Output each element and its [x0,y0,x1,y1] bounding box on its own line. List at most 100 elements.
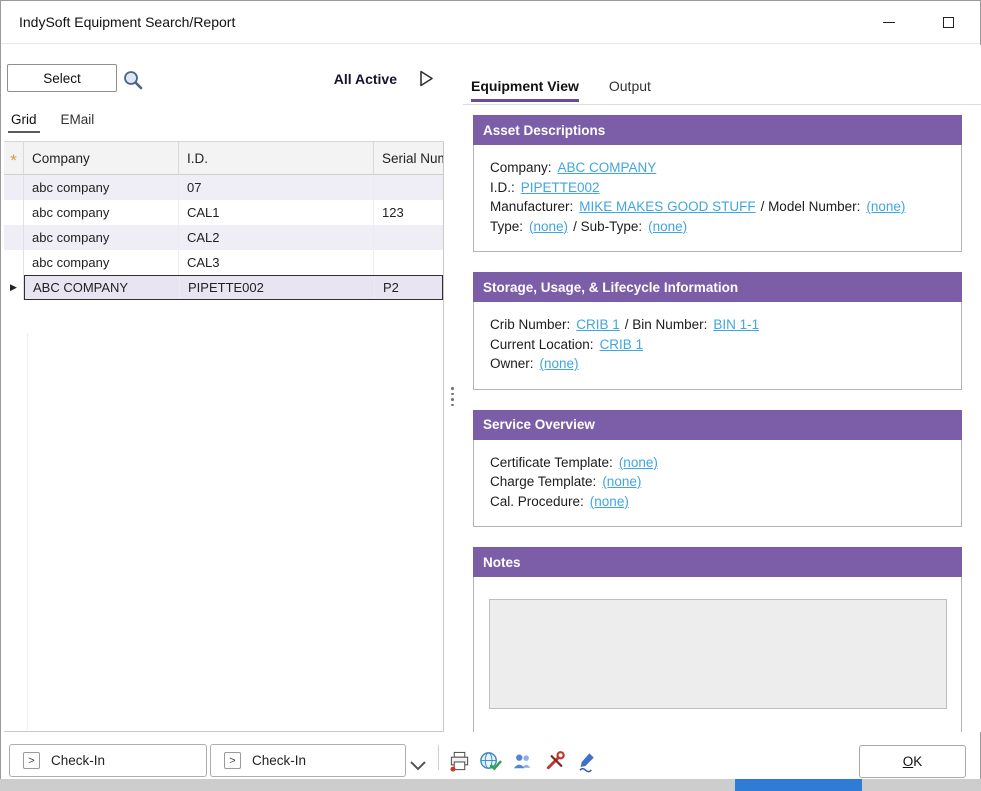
background-window-fragment [735,779,862,791]
manufacturer-line: Manufacturer:MIKE MAKES GOOD STUFF/ Mode… [490,197,951,217]
column-header-serial[interactable]: Serial Num [374,142,443,174]
right-tabs: Equipment View Output [471,78,651,102]
tools-icon[interactable] [543,749,568,774]
section-body [473,577,962,732]
table-row[interactable]: abc company 07 [4,175,443,200]
detail-panel: Equipment View Output Asset Descriptions… [463,45,981,732]
left-tabs: Grid EMail [11,112,94,133]
check-in-button-1[interactable]: > Check-In [9,744,207,777]
more-actions-chevron-down-icon[interactable] [409,758,427,776]
company-label: Company: [490,160,552,175]
certificate-template-label: Certificate Template: [490,455,613,470]
cell-serial [374,175,443,200]
storage-lifecycle-section: Storage, Usage, & Lifecycle Information … [473,272,962,390]
app-window: IndySoft Equipment Search/Report Select … [0,0,981,779]
subtype-label: / Sub-Type: [573,219,642,234]
table-row-selected[interactable]: ▶ ABC COMPANY PIPETTE002 P2 [4,275,443,300]
cell-serial [374,225,443,250]
section-body: Crib Number: CRIB 1 / Bin Number: BIN 1-1 C… [473,302,962,390]
cell-company: ABC COMPANY [25,276,180,299]
cell-id: CAL1 [179,200,374,225]
cell-id: PIPETTE002 [180,276,375,299]
asset-descriptions-section: Asset Descriptions Company:ABC COMPANY I… [473,115,962,252]
section-header: Storage, Usage, & Lifecycle Information [473,272,962,302]
company-link[interactable]: ABC COMPANY [558,160,657,175]
charge-template-link[interactable]: (none) [602,474,641,489]
certificate-template-link[interactable]: (none) [619,455,658,470]
table-row[interactable]: abc company CAL2 [4,225,443,250]
cal-procedure-line: Cal. Procedure: (none) [490,492,951,512]
owner-label: Owner: [490,356,534,371]
table-row[interactable]: abc company CAL1 123 [4,200,443,225]
crib-number-link[interactable]: CRIB 1 [576,317,620,332]
minimize-icon [883,22,895,23]
grid-header-row: * Company I.D. Serial Num [4,142,443,175]
bin-number-label: / Bin Number: [625,317,708,332]
cell-serial: P2 [375,276,442,299]
ok-button[interactable]: OK [859,745,966,778]
cell-serial [374,250,443,275]
row-gutter [4,225,24,250]
search-results-panel: Select All Active Grid EMail * Company [1,45,444,732]
section-body: Company: ABC COMPANY I.D.:PIPETTE002 Manu… [473,145,962,252]
cal-procedure-label: Cal. Procedure: [490,494,584,509]
globe-check-icon[interactable] [478,749,503,774]
section-header: Service Overview [473,410,962,440]
grid-header-gutter: * [4,142,24,174]
tab-equipment-view[interactable]: Equipment View [471,78,579,102]
current-location-link[interactable]: CRIB 1 [600,337,644,352]
cal-procedure-link[interactable]: (none) [590,494,629,509]
cell-id: CAL3 [179,250,374,275]
owner-line: Owner: (none) [490,354,951,374]
bin-number-link[interactable]: BIN 1-1 [713,317,759,332]
search-icon[interactable] [121,68,145,92]
type-link[interactable]: (none) [529,219,568,234]
id-line: I.D.:PIPETTE002 [490,178,951,198]
row-gutter [4,250,24,275]
manufacturer-link[interactable]: MIKE MAKES GOOD STUFF [579,199,755,214]
ok-mnemonic: O [903,754,914,769]
tab-email[interactable]: EMail [61,112,95,133]
subtype-link[interactable]: (none) [648,219,687,234]
tab-output[interactable]: Output [609,78,651,102]
tab-grid[interactable]: Grid [11,112,37,133]
company-line: Company: ABC COMPANY [490,158,951,178]
section-header: Notes [473,547,962,577]
row-gutter: ▶ [4,275,24,300]
minimize-button[interactable] [867,1,911,43]
cell-company: abc company [24,225,179,250]
current-location-label: Current Location: [490,337,594,352]
run-search-icon[interactable] [419,70,434,87]
id-link[interactable]: PIPETTE002 [521,180,600,195]
printer-icon[interactable] [447,749,472,774]
service-overview-section: Service Overview Certificate Template: (n… [473,410,962,528]
chevron-right-icon: > [224,752,241,769]
asterisk-icon: * [10,156,17,166]
gutter-divider [27,333,28,730]
crib-number-label: Crib Number: [490,317,570,332]
check-in-label: Check-In [252,753,306,768]
model-number-link[interactable]: (none) [866,199,905,214]
row-indicator-icon: ▶ [10,282,17,293]
owner-link[interactable]: (none) [540,356,579,371]
crib-bin-line: Crib Number: CRIB 1 / Bin Number: BIN 1-1 [490,315,951,335]
cell-company: abc company [24,175,179,200]
table-row[interactable]: abc company CAL3 [4,250,443,275]
signature-icon[interactable] [575,749,600,774]
users-icon[interactable] [510,749,535,774]
equipment-grid: * Company I.D. Serial Num abc company 07… [4,141,444,732]
notes-field[interactable] [489,599,947,709]
vertical-splitter[interactable] [449,387,456,406]
column-header-id[interactable]: I.D. [179,142,374,174]
row-gutter [4,175,24,200]
cell-serial: 123 [374,200,443,225]
cell-company: abc company [24,250,179,275]
active-filter-label[interactable]: All Active [334,71,397,87]
maximize-button[interactable] [926,1,970,43]
certificate-template-line: Certificate Template: (none) [490,453,951,473]
check-in-button-2[interactable]: > Check-In [210,744,406,777]
select-button[interactable]: Select [7,64,117,92]
column-header-company[interactable]: Company [24,142,179,174]
charge-template-label: Charge Template: [490,474,596,489]
cell-company: abc company [24,200,179,225]
